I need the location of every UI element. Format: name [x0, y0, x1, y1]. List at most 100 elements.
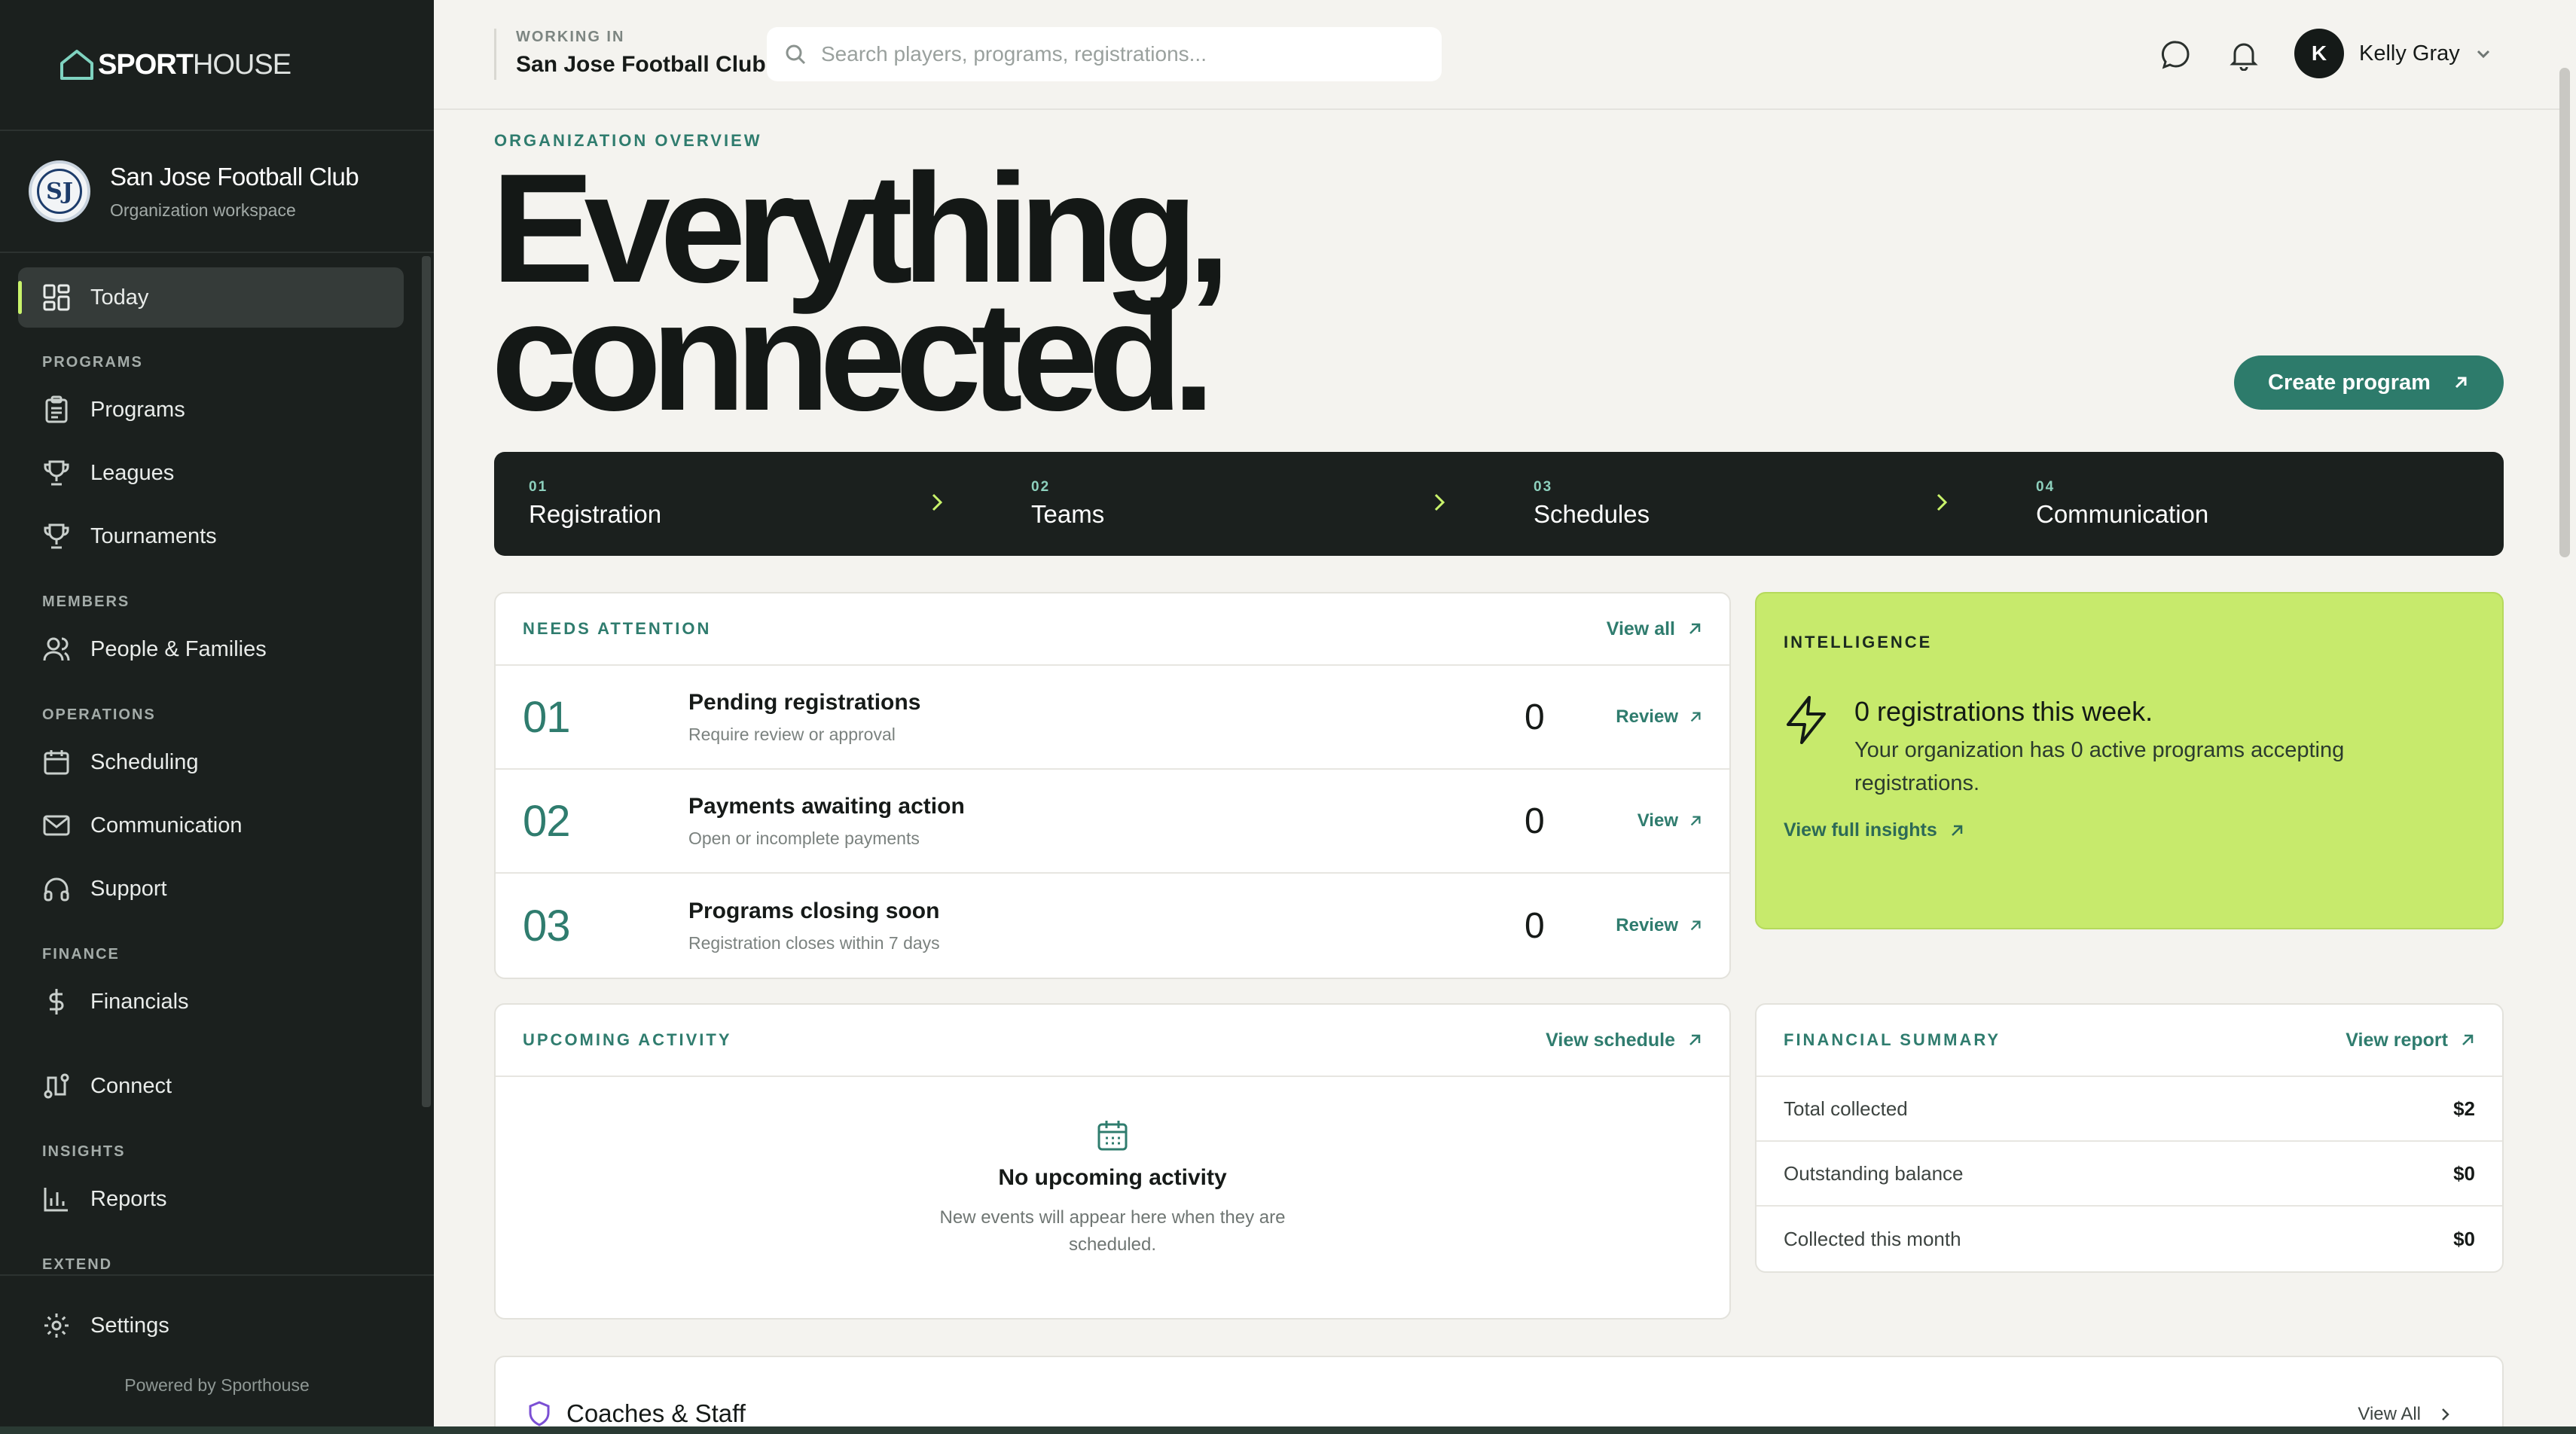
- action-label: Review: [1616, 915, 1678, 935]
- org-subtitle: Organization workspace: [110, 200, 296, 220]
- arrow-up-right-icon: [2462, 1034, 2474, 1045]
- row-count: 0: [1525, 905, 1545, 946]
- view-link[interactable]: View: [1637, 810, 1702, 831]
- sidebar-item-label: Financials: [90, 989, 189, 1014]
- view-full-insights-link[interactable]: View full insights: [1784, 819, 1964, 841]
- arrow-up-right-icon: [1951, 825, 1962, 836]
- step-teams[interactable]: 02 Teams: [997, 452, 1499, 556]
- org-name: San Jose Football Club: [110, 162, 359, 191]
- dashboard-icon: [43, 284, 70, 311]
- financial-label: Outstanding balance: [1784, 1161, 1964, 1185]
- attention-row[interactable]: 03 Programs closing soon Registration cl…: [496, 874, 1729, 978]
- intelligence-headline: 0 registrations this week.: [1854, 696, 2153, 727]
- arrow-up-right-icon: [1689, 1034, 1701, 1045]
- sidebar-scrollbar[interactable]: [422, 256, 431, 1107]
- financial-row: Total collected $2: [1757, 1077, 2502, 1142]
- sidebar-item-people[interactable]: People & Families: [18, 619, 404, 679]
- financial-value: $0: [2453, 1161, 2475, 1185]
- sidebar-item-label: Programs: [90, 397, 185, 422]
- sidebar-item-label: Leagues: [90, 460, 175, 485]
- empty-title: No upcoming activity: [998, 1165, 1227, 1190]
- card-title: UPCOMING ACTIVITY: [523, 1030, 732, 1049]
- sidebar-item-label: Communication: [90, 813, 243, 838]
- connect-icon: [44, 1073, 69, 1099]
- bell-icon[interactable]: [2228, 39, 2260, 71]
- action-label: View: [1637, 810, 1678, 831]
- avatar: K: [2294, 29, 2344, 78]
- view-all-link[interactable]: View all: [1607, 618, 1702, 640]
- sidebar-item-financials[interactable]: Financials: [18, 972, 404, 1032]
- search-icon: [786, 44, 806, 65]
- sidebar-item-label: Settings: [90, 1313, 169, 1338]
- sidebar-item-scheduling[interactable]: Scheduling: [18, 732, 404, 792]
- sidebar-item-label: Tournaments: [90, 523, 217, 548]
- sidebar-item-label: People & Families: [90, 636, 267, 661]
- powered-by: Powered by Sporthouse: [124, 1375, 310, 1395]
- sidebar-item-leagues[interactable]: Leagues: [18, 443, 404, 503]
- attention-row[interactable]: 01 Pending registrations Require review …: [496, 666, 1729, 770]
- row-title: Programs closing soon: [688, 898, 940, 923]
- working-in-label: WORKING IN: [516, 29, 625, 45]
- link-label: View full insights: [1784, 819, 1937, 841]
- step-communication[interactable]: 04 Communication: [2001, 452, 2504, 556]
- coaches-title-label: Coaches & Staff: [566, 1399, 746, 1427]
- attention-row[interactable]: 02 Payments awaiting action Open or inco…: [496, 770, 1729, 874]
- sidebar-item-settings[interactable]: Settings: [18, 1295, 404, 1356]
- sidebar-item-communication[interactable]: Communication: [18, 795, 404, 856]
- user-menu[interactable]: K Kelly Gray: [2294, 29, 2493, 78]
- sidebar-item-connect[interactable]: Connect: [18, 1056, 404, 1116]
- org-logo-monogram: SJ: [37, 169, 82, 214]
- create-program-label: Create program: [2268, 370, 2431, 395]
- page-title: Everything, connected.: [491, 151, 1546, 443]
- row-number: 01: [523, 692, 571, 742]
- users-icon: [43, 637, 70, 661]
- sidebar-item-label: Reports: [90, 1186, 167, 1211]
- financial-row: Collected this month $0: [1757, 1207, 2502, 1271]
- workspace-indicator[interactable]: WORKING IN San Jose Football Club: [494, 29, 766, 80]
- clipboard-icon: [45, 395, 68, 423]
- org-switcher[interactable]: SJ San Jose Football Club Organization w…: [0, 131, 434, 253]
- main-scrollbar[interactable]: [2559, 68, 2570, 557]
- row-subtitle: Require review or approval: [688, 724, 896, 744]
- brand-logo[interactable]: SPORTHOUSE: [0, 0, 434, 131]
- row-title: Pending registrations: [688, 689, 921, 715]
- sidebar-item-tournaments[interactable]: Tournaments: [18, 506, 404, 566]
- card-header: NEEDS ATTENTION View all: [496, 593, 1729, 666]
- search-input[interactable]: [821, 42, 1424, 66]
- trophy-icon: [44, 460, 69, 486]
- arrow-up-right-icon: [1690, 920, 1701, 931]
- financial-value: $0: [2453, 1227, 2475, 1250]
- section-extend: EXTEND: [42, 1256, 113, 1273]
- create-program-button[interactable]: Create program: [2234, 355, 2504, 410]
- step-schedules[interactable]: 03 Schedules: [1499, 452, 2001, 556]
- card-header: UPCOMING ACTIVITY View schedule: [496, 1005, 1729, 1077]
- sidebar-item-programs[interactable]: Programs: [18, 380, 404, 440]
- review-link[interactable]: Review: [1616, 915, 1702, 936]
- view-schedule-link[interactable]: View schedule: [1546, 1030, 1702, 1051]
- sidebar-item-support[interactable]: Support: [18, 859, 404, 919]
- hero-line-2: connected.: [491, 270, 1215, 443]
- calendar-icon: [44, 750, 69, 775]
- trophy-icon: [44, 523, 69, 549]
- brand-wordmark: SPORTHOUSE: [98, 48, 291, 81]
- house-icon: [60, 50, 93, 80]
- search-bar[interactable]: [767, 27, 1442, 81]
- view-report-link[interactable]: View report: [2346, 1030, 2475, 1051]
- chevron-right-icon: [1434, 493, 1445, 511]
- arrow-up-right-icon: [2455, 377, 2467, 389]
- org-logo: SJ: [29, 160, 90, 222]
- calendar-icon: [1097, 1121, 1128, 1151]
- dollar-icon: [49, 989, 64, 1014]
- section-members: MEMBERS: [42, 593, 130, 610]
- financial-label: Total collected: [1784, 1097, 1908, 1120]
- chat-icon[interactable]: [2160, 39, 2192, 71]
- working-in-value: San Jose Football Club: [516, 52, 766, 77]
- sidebar: SPORTHOUSE SJ San Jose Football Club Org…: [0, 0, 434, 1434]
- sidebar-item-reports[interactable]: Reports: [18, 1169, 404, 1229]
- step-registration[interactable]: 01 Registration: [494, 452, 997, 556]
- coaches-staff-card: Coaches & Staff View All: [494, 1356, 2504, 1434]
- view-all-link[interactable]: View All: [2358, 1404, 2452, 1425]
- section-operations: OPERATIONS: [42, 706, 156, 723]
- sidebar-item-today[interactable]: Today: [18, 267, 404, 328]
- review-link[interactable]: Review: [1616, 706, 1702, 728]
